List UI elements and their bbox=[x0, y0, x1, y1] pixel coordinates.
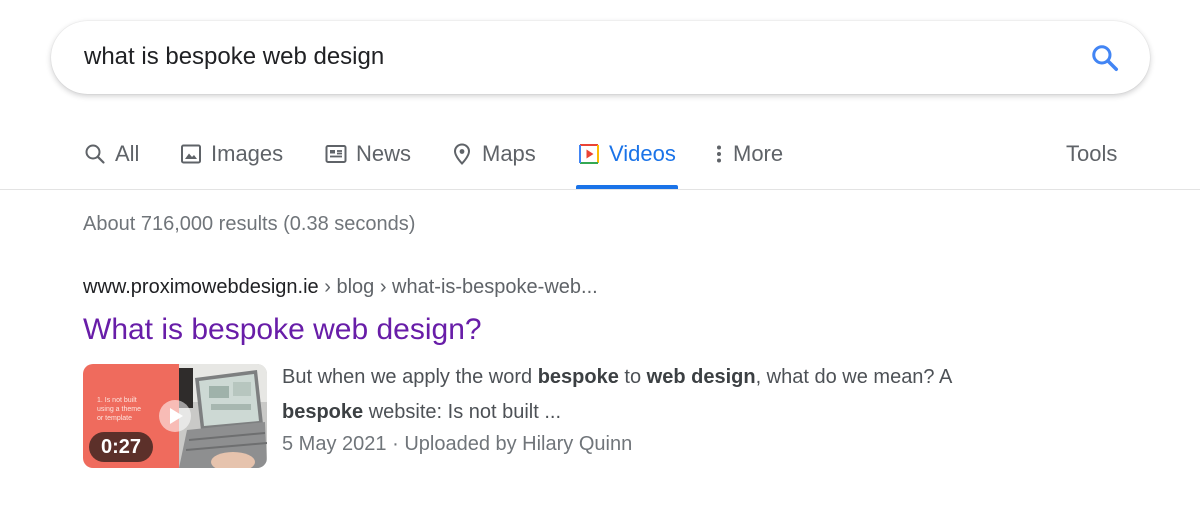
result-date: 5 May 2021 bbox=[282, 433, 387, 455]
tab-news[interactable]: News bbox=[324, 140, 411, 190]
result-stats: About 716,000 results (0.38 seconds) bbox=[83, 213, 416, 235]
search-icon bbox=[1092, 45, 1118, 71]
result-snippet: But when we apply the word bespoke to we… bbox=[282, 360, 1102, 430]
search-icon bbox=[85, 144, 105, 164]
tab-maps[interactable]: Maps bbox=[450, 140, 536, 190]
tab-more[interactable]: More bbox=[711, 140, 783, 190]
tools-label: Tools bbox=[1066, 141, 1118, 166]
search-tabs: All Images News Maps Videos More Tools bbox=[0, 120, 1200, 190]
snippet-text: website: Is not built ... bbox=[363, 401, 562, 423]
image-icon bbox=[181, 144, 201, 164]
search-button[interactable] bbox=[1090, 43, 1120, 73]
snippet-bold: bespoke bbox=[537, 366, 619, 388]
play-icon bbox=[159, 400, 191, 432]
tab-label: More bbox=[733, 141, 784, 166]
tab-label: Videos bbox=[609, 141, 676, 166]
tab-all[interactable]: All bbox=[83, 140, 139, 190]
result-site: www.proximowebdesign.ie bbox=[83, 276, 319, 298]
news-icon bbox=[325, 145, 347, 163]
search-input[interactable] bbox=[84, 39, 1044, 75]
video-duration: 0:27 bbox=[89, 432, 154, 462]
snippet-text: to bbox=[618, 366, 647, 388]
tab-label: Maps bbox=[482, 141, 536, 166]
video-thumbnail[interactable]: 1. Is not built using a theme or templat… bbox=[83, 364, 267, 468]
tab-label: Images bbox=[211, 141, 284, 166]
tab-label: All bbox=[115, 141, 140, 166]
snippet-bold: bespoke bbox=[282, 401, 364, 423]
thumbnail-text-1: 1. Is not built bbox=[97, 397, 137, 404]
thumbnail-text-3: or template bbox=[97, 415, 132, 422]
meta-separator: · bbox=[392, 433, 399, 455]
snippet-bold: web design bbox=[646, 366, 756, 388]
search-box bbox=[51, 21, 1150, 94]
thumbnail-text-2: using a theme bbox=[97, 406, 141, 413]
tools-button[interactable]: Tools bbox=[1066, 140, 1117, 190]
more-vertical-icon bbox=[717, 145, 721, 163]
result-title[interactable]: What is bespoke web design? bbox=[83, 311, 482, 349]
snippet-text: But when we apply the word bbox=[282, 366, 538, 388]
result-meta: 5 May 2021 · Uploaded by Hilary Quinn bbox=[282, 430, 632, 458]
result-uploader: Uploaded by Hilary Quinn bbox=[404, 433, 633, 455]
tab-label: News bbox=[356, 141, 412, 166]
result-url[interactable]: www.proximowebdesign.ie › blog › what-is… bbox=[83, 274, 598, 300]
snippet-text: , what do we mean? A bbox=[755, 366, 953, 388]
active-tab-indicator bbox=[576, 185, 678, 189]
map-pin-icon bbox=[453, 143, 471, 165]
video-icon bbox=[579, 144, 599, 164]
tab-videos[interactable]: Videos bbox=[577, 140, 676, 190]
tab-images[interactable]: Images bbox=[179, 140, 283, 190]
result-breadcrumb: › blog › what-is-bespoke-web... bbox=[324, 276, 598, 298]
